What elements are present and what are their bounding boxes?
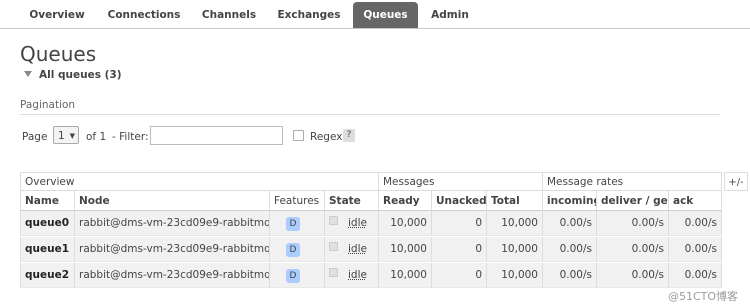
dropdown-arrow-icon: ▼: [69, 132, 75, 140]
tab-connections[interactable]: Connections: [106, 4, 182, 27]
queue-ready: 10,000: [378, 237, 431, 262]
page-label: Page: [22, 131, 48, 143]
page-select[interactable]: 1 ▼: [53, 126, 79, 144]
queue-deliver-rate: 0.00/s: [596, 211, 668, 236]
all-queues-toggle[interactable]: All queues (3): [24, 69, 122, 81]
queue-incoming-rate: 0.00/s: [542, 237, 596, 262]
queue-features: D: [269, 211, 324, 236]
col-node[interactable]: Node: [74, 191, 269, 211]
col-unacked[interactable]: Unacked: [431, 191, 486, 211]
queue-ack-rate: 0.00/s: [668, 263, 722, 288]
queue-unacked: 0: [431, 263, 486, 288]
state-indicator-icon: [329, 242, 338, 251]
queue-ack-rate: 0.00/s: [668, 237, 722, 262]
state-indicator-icon: [329, 268, 338, 277]
queue-ready: 10,000: [378, 211, 431, 236]
filter-label: - Filter:: [112, 131, 149, 143]
queue-node: rabbit@dms-vm-23cd09e9-rabbitmq-0: [74, 211, 269, 236]
pagination-heading: Pagination: [20, 99, 76, 111]
queue-state-label: idle: [348, 217, 367, 229]
pagination-divider: [20, 114, 720, 115]
col-deliver-get[interactable]: deliver / get: [596, 191, 668, 211]
queue-state-label: idle: [348, 243, 367, 255]
durable-badge: D: [286, 243, 300, 257]
durable-badge: D: [286, 217, 300, 231]
page-count-label: of 1: [86, 131, 107, 143]
col-total[interactable]: Total: [486, 191, 542, 211]
queue-deliver-rate: 0.00/s: [596, 263, 668, 288]
tab-queues[interactable]: Queues: [353, 2, 418, 28]
queue-deliver-rate: 0.00/s: [596, 237, 668, 262]
queue-ready: 10,000: [378, 263, 431, 288]
col-ready[interactable]: Ready: [378, 191, 431, 211]
group-messages: Messages: [378, 172, 542, 191]
col-incoming[interactable]: incoming: [542, 191, 596, 211]
queue-total: 10,000: [486, 211, 542, 236]
queue-node: rabbit@dms-vm-23cd09e9-rabbitmq-2: [74, 263, 269, 288]
queue-incoming-rate: 0.00/s: [542, 211, 596, 236]
queue-name-link[interactable]: queue1: [20, 237, 74, 262]
queue-state: idle: [324, 237, 378, 262]
queue-state: idle: [324, 263, 378, 288]
table-row: queue1 rabbit@dms-vm-23cd09e9-rabbitmq-1…: [20, 237, 722, 262]
queue-state-label: idle: [348, 269, 367, 281]
tab-overview[interactable]: Overview: [26, 4, 88, 27]
queue-total: 10,000: [486, 263, 542, 288]
queue-total: 10,000: [486, 237, 542, 262]
tab-admin[interactable]: Admin: [428, 4, 472, 27]
col-ack[interactable]: ack: [668, 191, 722, 211]
queue-features: D: [269, 237, 324, 262]
top-navigation: Overview Connections Channels Exchanges …: [0, 0, 750, 29]
queue-features: D: [269, 263, 324, 288]
durable-badge: D: [286, 269, 300, 283]
table-row: queue2 rabbit@dms-vm-23cd09e9-rabbitmq-2…: [20, 263, 722, 288]
col-state[interactable]: State: [324, 191, 378, 211]
queue-state: idle: [324, 211, 378, 236]
toggle-columns-button[interactable]: +/-: [724, 172, 748, 191]
filter-input[interactable]: [150, 126, 283, 145]
col-name[interactable]: Name: [20, 191, 74, 211]
col-features[interactable]: Features: [269, 191, 324, 211]
tab-channels[interactable]: Channels: [198, 4, 260, 27]
page-title: Queues: [20, 42, 97, 66]
regex-checkbox[interactable]: [293, 130, 304, 141]
regex-help-button[interactable]: ?: [343, 129, 355, 142]
queue-node: rabbit@dms-vm-23cd09e9-rabbitmq-1: [74, 237, 269, 262]
queue-ack-rate: 0.00/s: [668, 211, 722, 236]
group-overview: Overview: [20, 172, 378, 191]
queue-name-link[interactable]: queue2: [20, 263, 74, 288]
queue-unacked: 0: [431, 237, 486, 262]
watermark: @51CTO博客: [668, 290, 739, 303]
all-queues-label: All queues (3): [39, 69, 122, 81]
regex-label: Regex: [310, 131, 343, 143]
queue-incoming-rate: 0.00/s: [542, 263, 596, 288]
table-row: queue0 rabbit@dms-vm-23cd09e9-rabbitmq-0…: [20, 211, 722, 236]
queue-unacked: 0: [431, 211, 486, 236]
table-column-header: Name Node Features State Ready Unacked T…: [20, 191, 722, 211]
group-message-rates: Message rates: [542, 172, 722, 191]
table-group-header: Overview Messages Message rates: [20, 172, 722, 191]
queue-name-link[interactable]: queue0: [20, 211, 74, 236]
state-indicator-icon: [329, 216, 338, 225]
page-select-value: 1: [58, 130, 65, 142]
tab-exchanges[interactable]: Exchanges: [276, 4, 342, 27]
collapse-triangle-icon: [24, 71, 32, 77]
